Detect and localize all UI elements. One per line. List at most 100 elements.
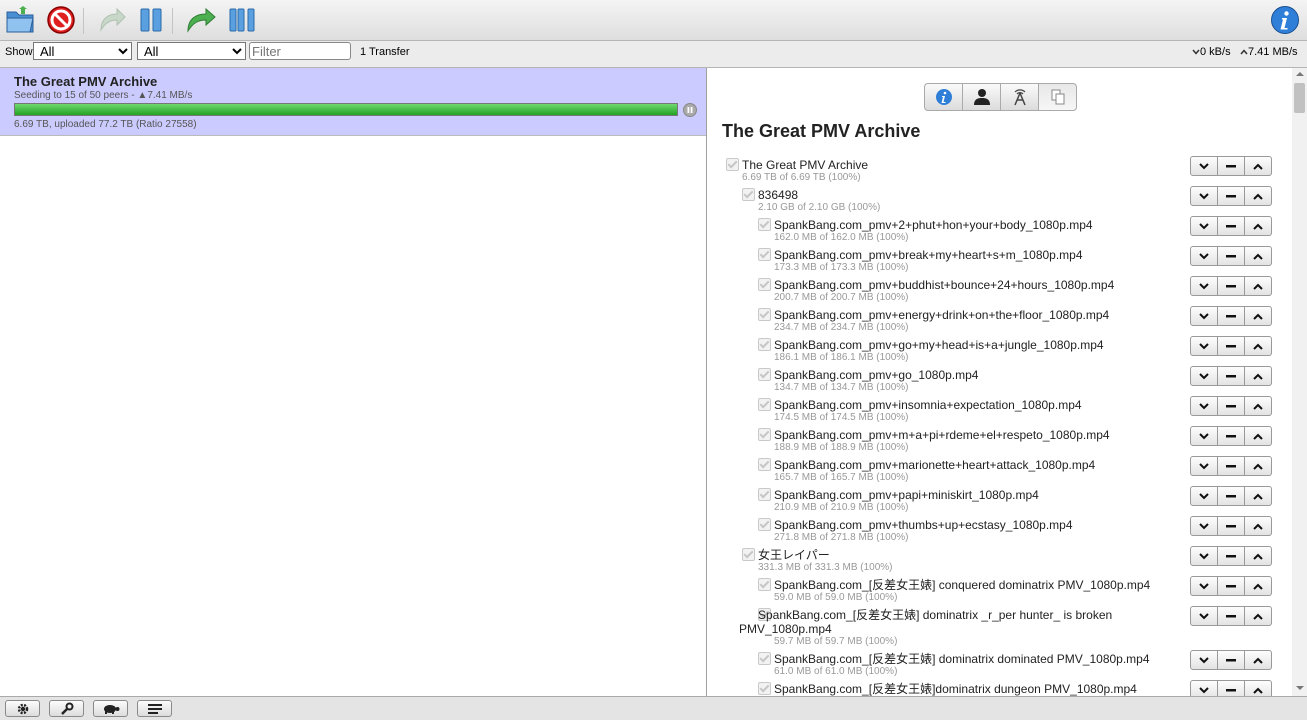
file-checkbox[interactable] <box>742 548 755 561</box>
priority-high-button[interactable] <box>1244 576 1272 596</box>
file-priority-group <box>1190 336 1272 356</box>
file-checkbox[interactable] <box>758 278 771 291</box>
priority-high-button[interactable] <box>1244 306 1272 326</box>
priority-normal-button[interactable] <box>1217 680 1245 696</box>
priority-high-button[interactable] <box>1244 156 1272 176</box>
folder-open-icon <box>6 6 34 33</box>
pause-all-button[interactable] <box>225 4 259 36</box>
settings-button[interactable] <box>5 700 40 717</box>
priority-low-button[interactable] <box>1190 246 1218 266</box>
priority-normal-button[interactable] <box>1217 276 1245 296</box>
torrent-row[interactable]: The Great PMV Archive Seeding to 15 of 5… <box>0 68 706 136</box>
priority-low-button[interactable] <box>1190 680 1218 696</box>
priority-low-button[interactable] <box>1190 306 1218 326</box>
priority-high-button[interactable] <box>1244 486 1272 506</box>
priority-high-button[interactable] <box>1244 650 1272 670</box>
file-checkbox[interactable] <box>758 248 771 261</box>
resume-selected-button[interactable] <box>95 4 129 36</box>
tab-peers[interactable] <box>962 83 1001 111</box>
preferences-button[interactable] <box>49 700 84 717</box>
priority-high-button[interactable] <box>1244 680 1272 696</box>
filter-input[interactable] <box>249 42 351 60</box>
priority-normal-button[interactable] <box>1217 516 1245 536</box>
priority-normal-button[interactable] <box>1217 336 1245 356</box>
priority-normal-button[interactable] <box>1217 156 1245 176</box>
priority-high-button[interactable] <box>1244 186 1272 206</box>
tracker-filter-select[interactable]: All <box>137 42 246 60</box>
sort-options-button[interactable] <box>137 700 172 717</box>
priority-normal-button[interactable] <box>1217 546 1245 566</box>
priority-normal-button[interactable] <box>1217 486 1245 506</box>
file-checkbox[interactable] <box>742 188 755 201</box>
priority-normal-button[interactable] <box>1217 456 1245 476</box>
file-size: 162.0 MB of 162.0 MB (100%) <box>774 232 909 243</box>
priority-low-button[interactable] <box>1190 456 1218 476</box>
priority-low-button[interactable] <box>1190 396 1218 416</box>
priority-normal-button[interactable] <box>1217 606 1245 626</box>
file-checkbox[interactable] <box>758 682 771 695</box>
tab-files[interactable] <box>1038 83 1077 111</box>
resume-all-button[interactable] <box>184 4 218 36</box>
file-checkbox[interactable] <box>758 578 771 591</box>
remove-torrent-button[interactable] <box>44 4 78 36</box>
file-checkbox[interactable] <box>758 518 771 531</box>
priority-low-button[interactable] <box>1190 606 1218 626</box>
priority-low-button[interactable] <box>1190 366 1218 386</box>
priority-normal-button[interactable] <box>1217 216 1245 236</box>
priority-high-button[interactable] <box>1244 546 1272 566</box>
scrollbar-thumb[interactable] <box>1294 83 1305 113</box>
file-checkbox[interactable] <box>758 488 771 501</box>
file-checkbox[interactable] <box>758 218 771 231</box>
file-checkbox[interactable] <box>758 652 771 665</box>
open-torrent-button[interactable] <box>4 4 38 36</box>
priority-low-button[interactable] <box>1190 516 1218 536</box>
priority-low-button[interactable] <box>1190 426 1218 446</box>
priority-high-button[interactable] <box>1244 336 1272 356</box>
priority-low-button[interactable] <box>1190 576 1218 596</box>
priority-high-button[interactable] <box>1244 456 1272 476</box>
priority-normal-button[interactable] <box>1217 306 1245 326</box>
priority-high-button[interactable] <box>1244 246 1272 266</box>
scroll-up-arrow[interactable] <box>1296 72 1304 76</box>
chevron-up-icon <box>1253 253 1263 260</box>
inspector-toggle-button[interactable] <box>1268 4 1302 36</box>
scroll-down-arrow[interactable] <box>1296 686 1304 690</box>
priority-high-button[interactable] <box>1244 516 1272 536</box>
priority-normal-button[interactable] <box>1217 426 1245 446</box>
turtle-mode-button[interactable] <box>93 700 128 717</box>
status-filter-select[interactable]: All <box>33 42 132 60</box>
file-checkbox[interactable] <box>758 308 771 321</box>
priority-normal-button[interactable] <box>1217 186 1245 206</box>
inspector-scrollbar[interactable] <box>1292 68 1307 696</box>
tab-info[interactable] <box>924 83 963 111</box>
priority-high-button[interactable] <box>1244 216 1272 236</box>
priority-low-button[interactable] <box>1190 546 1218 566</box>
priority-normal-button[interactable] <box>1217 246 1245 266</box>
priority-normal-button[interactable] <box>1217 576 1245 596</box>
file-checkbox[interactable] <box>758 458 771 471</box>
priority-low-button[interactable] <box>1190 216 1218 236</box>
priority-low-button[interactable] <box>1190 156 1218 176</box>
priority-low-button[interactable] <box>1190 336 1218 356</box>
priority-high-button[interactable] <box>1244 366 1272 386</box>
priority-high-button[interactable] <box>1244 276 1272 296</box>
file-checkbox[interactable] <box>758 368 771 381</box>
file-checkbox[interactable] <box>758 398 771 411</box>
priority-normal-button[interactable] <box>1217 366 1245 386</box>
priority-high-button[interactable] <box>1244 396 1272 416</box>
torrent-pause-button[interactable] <box>683 103 697 117</box>
priority-low-button[interactable] <box>1190 650 1218 670</box>
priority-normal-button[interactable] <box>1217 396 1245 416</box>
tab-trackers[interactable] <box>1000 83 1039 111</box>
file-checkbox[interactable] <box>758 338 771 351</box>
file-checkbox[interactable] <box>726 158 739 171</box>
priority-low-button[interactable] <box>1190 186 1218 206</box>
priority-high-button[interactable] <box>1244 426 1272 446</box>
priority-low-button[interactable] <box>1190 276 1218 296</box>
priority-low-button[interactable] <box>1190 486 1218 506</box>
priority-high-button[interactable] <box>1244 606 1272 626</box>
file-checkbox[interactable] <box>758 428 771 441</box>
priority-normal-button[interactable] <box>1217 650 1245 670</box>
pause-selected-button[interactable] <box>134 4 168 36</box>
chevron-up-icon <box>1253 613 1263 620</box>
